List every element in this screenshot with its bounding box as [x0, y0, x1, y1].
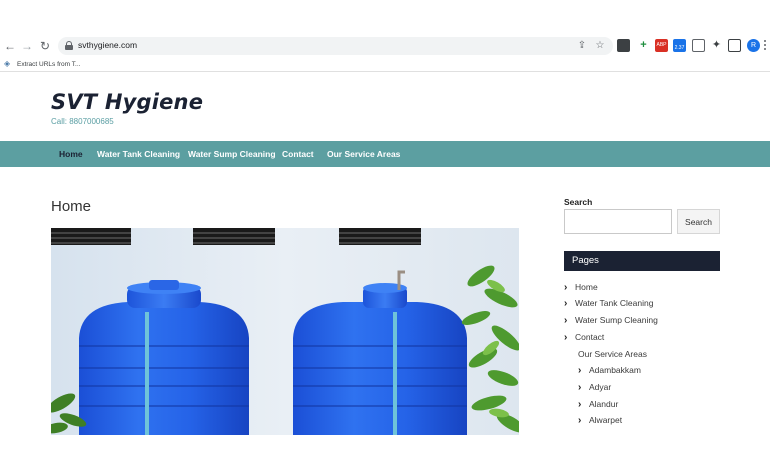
chevron-right-icon: › [578, 431, 589, 435]
nav-item-home[interactable]: Home [59, 141, 83, 167]
chevron-right-icon: › [564, 315, 568, 326]
profile-avatar[interactable]: R [747, 39, 760, 52]
bookmark-label[interactable]: Extract URLs from T... [17, 61, 80, 68]
browser-menu-icon[interactable] [763, 39, 767, 52]
page-link-alwarpet[interactable]: › Alwarpet [578, 413, 622, 427]
search-input[interactable] [564, 209, 672, 234]
page-link-label[interactable]: Alandur [589, 399, 618, 409]
page-link-service-areas[interactable]: Our Service Areas [578, 347, 647, 361]
chevron-right-icon: › [578, 382, 582, 393]
extension-monitor-icon[interactable] [617, 39, 630, 52]
chevron-right-icon: › [564, 298, 568, 309]
adblock-icon[interactable]: ABP [655, 39, 668, 52]
share-icon[interactable]: ⇪ [576, 40, 588, 52]
page-link-home[interactable]: › Home [564, 280, 598, 294]
lock-icon[interactable] [65, 41, 73, 50]
nav-item-contact[interactable]: Contact [282, 141, 314, 167]
site-title[interactable]: SVT Hygiene [51, 90, 203, 114]
address-url[interactable]: svthygiene.com [78, 40, 137, 50]
back-icon[interactable]: ← [3, 39, 17, 53]
page-link-water-tank-cleaning[interactable]: › Water Tank Cleaning [564, 296, 653, 310]
page-link-label[interactable]: Water Tank Cleaning [575, 298, 653, 308]
search-label: Search [564, 197, 593, 207]
bookmark-star-icon[interactable]: ☆ [594, 40, 606, 52]
page-link-alandur[interactable]: › Alandur [578, 397, 618, 411]
page-link-label[interactable]: Adyar [589, 382, 611, 392]
page-link-label[interactable]: Our Service Areas [578, 349, 647, 359]
chevron-right-icon: › [578, 365, 582, 376]
bookmark-globe-icon: ◈ [4, 59, 11, 69]
bookmarks-bar: ◈ Extract URLs from T... [0, 58, 770, 72]
page-link-water-sump-cleaning[interactable]: › Water Sump Cleaning [564, 313, 658, 327]
extension-plus-icon[interactable]: + [637, 39, 650, 52]
page-title: Home [51, 198, 92, 215]
page-link-adyar[interactable]: › Adyar [578, 380, 611, 394]
pages-heading: Pages [564, 251, 720, 271]
chevron-right-icon: › [564, 332, 568, 343]
page-link-partial[interactable]: › [578, 430, 589, 435]
page-link-label[interactable]: Alwarpet [589, 415, 622, 425]
reload-icon[interactable]: ↻ [38, 39, 52, 53]
site-phone: Call: 8807000685 [51, 117, 114, 126]
page-link-label[interactable]: Home [575, 282, 598, 292]
side-panel-icon[interactable] [728, 39, 741, 52]
browser-tab-strip [0, 0, 770, 32]
page-link-contact[interactable]: › Contact [564, 330, 604, 344]
nav-item-water-tank-cleaning[interactable]: Water Tank Cleaning [97, 141, 180, 167]
address-bar[interactable]: svthygiene.com [58, 37, 613, 55]
search-button[interactable]: Search [677, 209, 720, 234]
chevron-right-icon: › [578, 399, 582, 410]
chevron-right-icon: › [578, 415, 582, 426]
extension-badge-icon[interactable]: 2.37 [673, 39, 686, 52]
bookmark-extract-urls[interactable]: ◈ Extract URLs from T... [4, 59, 80, 71]
nav-item-water-sump-cleaning[interactable]: Water Sump Cleaning [188, 141, 276, 167]
page-link-label[interactable]: Contact [575, 332, 604, 342]
extension-document-icon[interactable] [692, 39, 705, 52]
forward-icon[interactable]: → [20, 39, 34, 53]
extensions-puzzle-icon[interactable]: ✦ [710, 39, 723, 52]
page-link-label[interactable]: Water Sump Cleaning [575, 315, 658, 325]
page-link-label[interactable]: Adambakkam [589, 365, 641, 375]
viewport-bottom-fill [0, 436, 770, 470]
hero-image-water-tanks [51, 228, 519, 435]
chevron-right-icon: › [564, 282, 568, 293]
main-navigation: Home Water Tank Cleaning Water Sump Clea… [0, 141, 770, 167]
page-link-adambakkam[interactable]: › Adambakkam [578, 363, 641, 377]
nav-item-service-areas[interactable]: Our Service Areas [327, 141, 400, 167]
